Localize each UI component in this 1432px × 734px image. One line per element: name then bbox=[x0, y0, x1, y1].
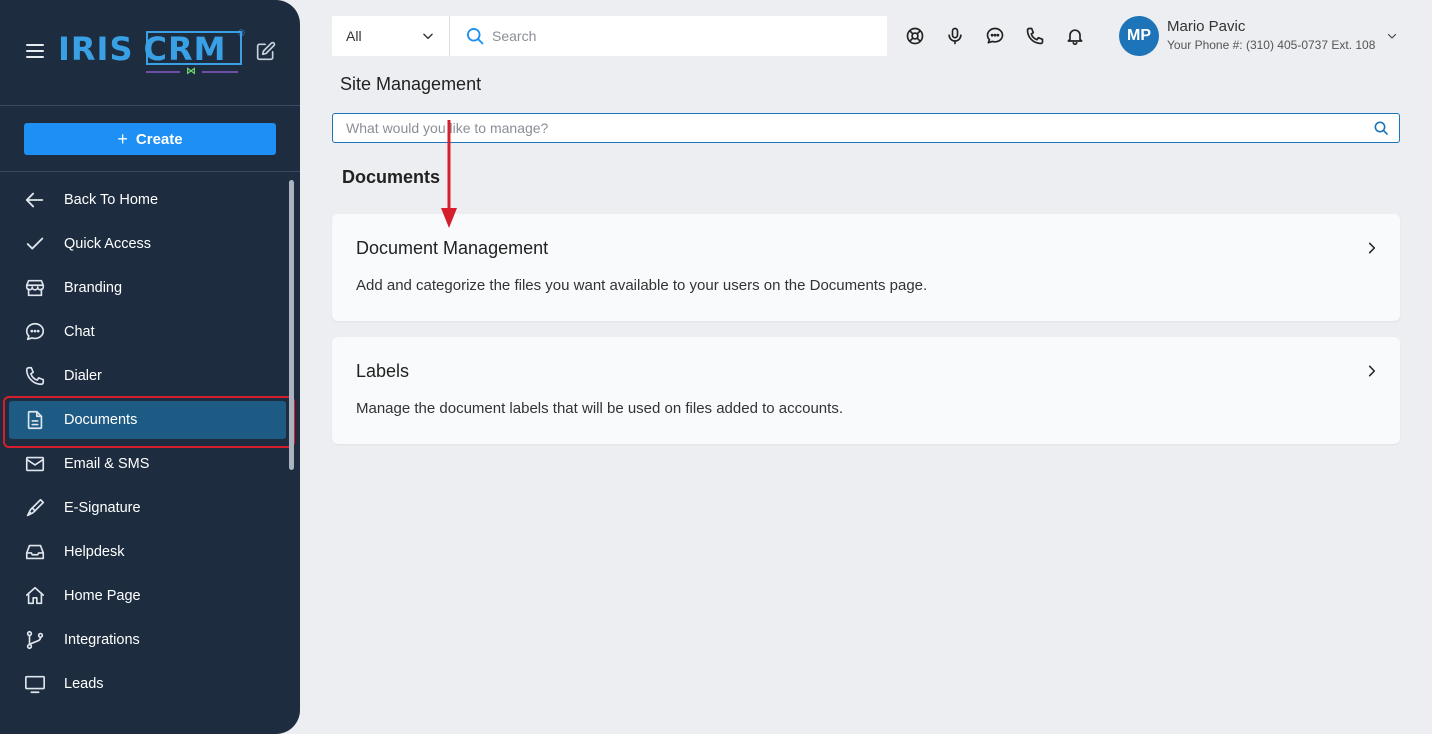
chevron-down-icon bbox=[423, 33, 433, 40]
sidebar: IRIS CRM ® ⋈ + Create Back To Home Quick … bbox=[0, 0, 300, 734]
logo-mark-icon: ⋈ bbox=[186, 66, 196, 77]
sidebar-item-email-sms[interactable]: Email & SMS bbox=[0, 442, 300, 486]
chat-icon bbox=[25, 322, 45, 341]
store-icon bbox=[25, 279, 45, 297]
chevron-down-icon[interactable] bbox=[1386, 30, 1398, 42]
page-title: Site Management bbox=[340, 74, 482, 94]
card-title: Document Management bbox=[356, 238, 549, 258]
edit-icon[interactable] bbox=[256, 41, 276, 61]
sidebar-item-back-to-home[interactable]: Back To Home bbox=[0, 178, 300, 222]
microphone-icon[interactable] bbox=[945, 26, 965, 46]
sidebar-item-branding[interactable]: Branding bbox=[0, 266, 300, 310]
document-icon bbox=[27, 410, 43, 430]
card-title: Labels bbox=[356, 361, 410, 381]
bell-icon[interactable] bbox=[1065, 26, 1085, 46]
plus-icon: + bbox=[117, 129, 128, 149]
sidebar-item-dialer[interactable]: Dialer bbox=[0, 354, 300, 398]
sidebar-item-quick-access[interactable]: Quick Access bbox=[0, 222, 300, 266]
sidebar-item-documents[interactable]: Documents bbox=[0, 396, 300, 448]
avatar[interactable]: MP bbox=[1119, 16, 1159, 56]
search-scope-select[interactable]: All bbox=[332, 16, 450, 56]
iris-crm-logo[interactable]: IRIS CRM ® ⋈ bbox=[58, 28, 248, 80]
sidebar-item-integrations[interactable]: Integrations bbox=[0, 618, 300, 662]
git-branch-icon bbox=[26, 630, 44, 650]
sidebar-item-chat[interactable]: Chat bbox=[0, 310, 300, 354]
search-icon[interactable] bbox=[1373, 120, 1389, 136]
home-icon bbox=[25, 586, 45, 605]
global-search: All bbox=[332, 16, 887, 56]
hamburger-menu-icon[interactable] bbox=[26, 44, 44, 58]
lifebuoy-icon[interactable] bbox=[905, 26, 925, 46]
sidebar-item-helpdesk[interactable]: Helpdesk bbox=[0, 530, 300, 574]
phone-icon bbox=[25, 366, 45, 386]
pen-icon bbox=[26, 498, 45, 517]
search-input[interactable] bbox=[492, 16, 872, 56]
red-arrow-annotation bbox=[441, 120, 457, 228]
card-labels[interactable]: Labels Manage the document labels that w… bbox=[332, 337, 1400, 444]
search-icon[interactable] bbox=[465, 26, 485, 46]
manage-search bbox=[332, 113, 1400, 143]
sidebar-scrollbar[interactable] bbox=[289, 180, 294, 470]
sidebar-item-home-page[interactable]: Home Page bbox=[0, 574, 300, 618]
sidebar-header: IRIS CRM ® ⋈ bbox=[0, 0, 300, 106]
sidebar-item-e-signature[interactable]: E-Signature bbox=[0, 486, 300, 530]
sidebar-item-leads[interactable]: Leads bbox=[0, 662, 300, 706]
chevron-right-icon bbox=[1368, 242, 1376, 254]
user-name[interactable]: Mario Pavic bbox=[1167, 18, 1245, 35]
arrow-left-icon bbox=[25, 192, 44, 208]
create-button[interactable]: + Create bbox=[24, 123, 276, 155]
check-icon bbox=[26, 237, 44, 250]
user-phone: Your Phone #: (310) 405-0737 Ext. 108 bbox=[1167, 38, 1376, 52]
chat-icon[interactable] bbox=[985, 26, 1005, 46]
card-document-management[interactable]: Document Management Add and categorize t… bbox=[332, 214, 1400, 321]
mail-icon bbox=[25, 456, 45, 472]
phone-icon[interactable] bbox=[1025, 26, 1045, 46]
chevron-right-icon bbox=[1368, 365, 1376, 377]
inbox-icon bbox=[25, 544, 45, 560]
card-description: Manage the document labels that will be … bbox=[356, 400, 843, 417]
manage-search-input[interactable] bbox=[346, 114, 1346, 142]
section-title: Documents bbox=[342, 167, 441, 187]
card-description: Add and categorize the files you want av… bbox=[356, 277, 928, 294]
monitor-icon bbox=[25, 675, 45, 694]
sidebar-nav: Back To Home Quick Access Branding Chat … bbox=[0, 178, 300, 706]
